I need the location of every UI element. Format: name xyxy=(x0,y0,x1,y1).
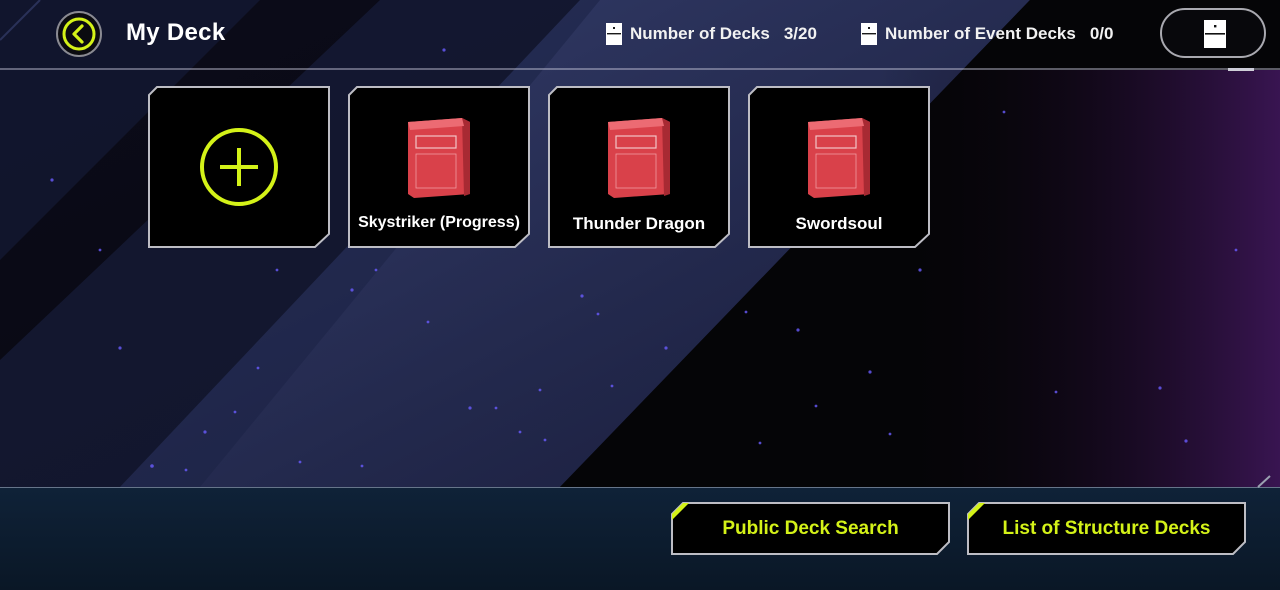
deck-name: Swordsoul xyxy=(795,214,883,233)
plus-circle-icon xyxy=(200,128,278,206)
page-title: My Deck xyxy=(126,19,226,46)
header-divider xyxy=(0,68,1280,70)
create-deck-tile[interactable] xyxy=(148,86,330,248)
footer-divider xyxy=(0,487,1280,488)
menu-button[interactable] xyxy=(1160,8,1266,58)
event-deck-count-value: 0/0 xyxy=(1089,24,1114,43)
menu-icon xyxy=(1204,20,1226,48)
card-icon xyxy=(861,23,877,45)
public-deck-search-label: Public Deck Search xyxy=(722,518,899,539)
structure-decks-button[interactable]: List of Structure Decks xyxy=(967,502,1246,555)
back-button[interactable] xyxy=(56,11,102,57)
chevron-left-icon xyxy=(62,17,96,51)
deck-count-value: 3/20 xyxy=(783,24,817,43)
deck-name: Skystriker (Progress) xyxy=(358,214,520,231)
event-deck-count-label: Number of Event Decks xyxy=(885,24,1076,43)
deck-count-stat: Number of Decks 3/20 xyxy=(606,22,817,46)
structure-decks-label: List of Structure Decks xyxy=(1002,518,1211,539)
card-icon xyxy=(606,23,622,45)
deck-count-label: Number of Decks xyxy=(630,24,770,43)
deck-box-icon xyxy=(808,118,870,198)
deck-name: Thunder Dragon xyxy=(572,214,706,233)
deck-box-icon xyxy=(608,118,670,198)
public-deck-search-button[interactable]: Public Deck Search xyxy=(671,502,950,555)
deck-box-icon xyxy=(408,118,470,198)
deck-tile[interactable]: Skystriker (Progress) xyxy=(348,86,530,248)
deck-tile[interactable]: Swordsoul xyxy=(748,86,930,248)
event-deck-count-stat: Number of Event Decks 0/0 xyxy=(861,22,1113,46)
deck-tile[interactable]: Thunder Dragon xyxy=(548,86,730,248)
header: My Deck Number of Decks 3/20 Number of E… xyxy=(0,0,1280,71)
